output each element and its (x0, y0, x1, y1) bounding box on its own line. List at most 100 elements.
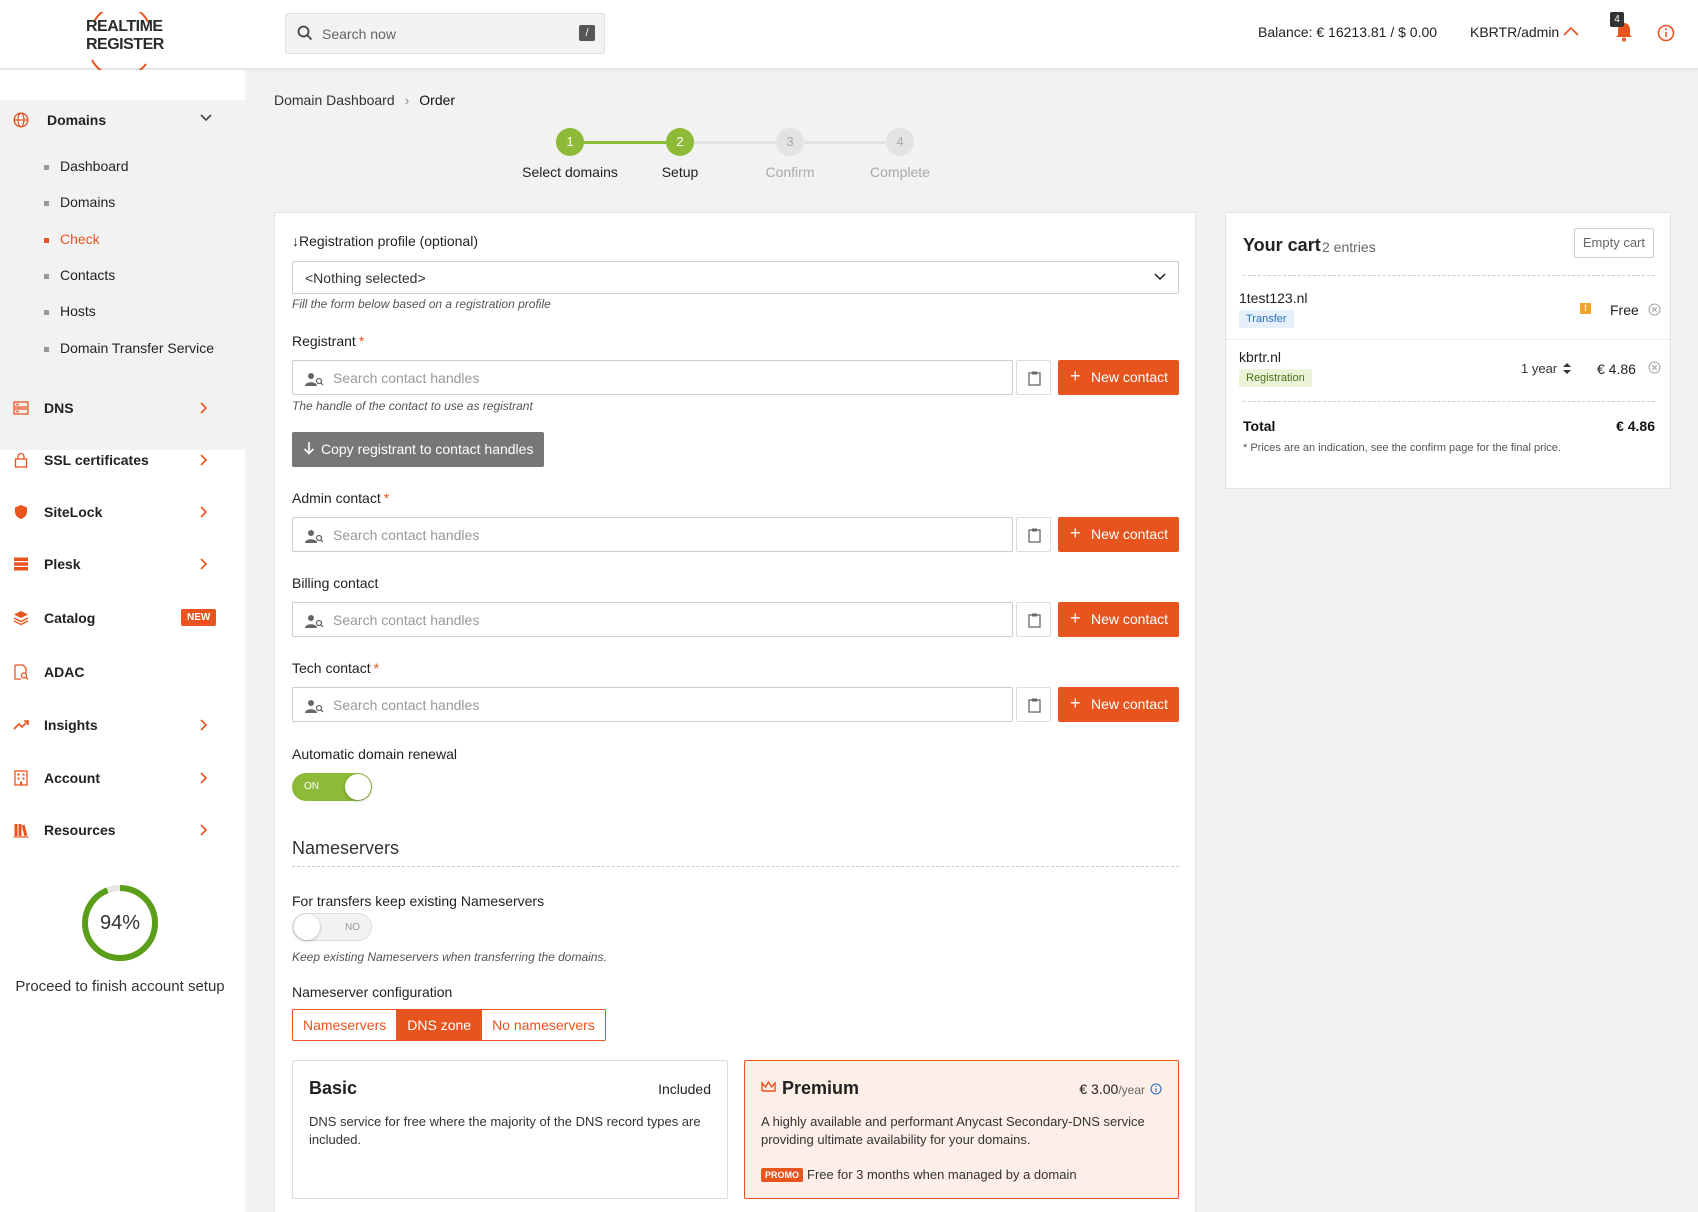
sidebar-item-plesk[interactable]: Plesk (0, 544, 245, 584)
logo[interactable]: REALTIME REGISTER (82, 12, 164, 72)
info-icon[interactable] (1150, 1083, 1162, 1095)
ns-option-dns-zone[interactable]: DNS zone (397, 1010, 483, 1040)
sidebar-item-ssl-certificates[interactable]: SSL certificates (0, 440, 245, 480)
tech-contact-input[interactable] (333, 688, 993, 721)
sidebar-item-label: Account (44, 770, 100, 786)
tech-contact-search-field[interactable] (292, 687, 1013, 722)
billing-clipboard-button[interactable] (1016, 602, 1051, 637)
tech-clipboard-button[interactable] (1016, 687, 1051, 722)
sidebar-item-dns[interactable]: DNS (0, 388, 245, 428)
user-search-icon (305, 700, 324, 713)
registration-profile-label-text: Registration profile (optional) (299, 233, 478, 249)
arrow-down-icon: ↓ (292, 233, 299, 249)
admin-contact-search-field[interactable] (292, 517, 1013, 552)
sidebar-item-account[interactable]: Account (0, 758, 245, 798)
shield-icon (15, 505, 27, 519)
breadcrumb: Domain Dashboard › Order (274, 92, 455, 108)
registrant-new-contact-button[interactable]: + New contact (1058, 360, 1179, 395)
chevron-up-icon[interactable] (1563, 26, 1579, 36)
cart-item-divider (1226, 339, 1670, 340)
remove-item-icon[interactable] (1648, 361, 1661, 374)
trend-icon (13, 720, 29, 730)
sidebar-sub-label: Contacts (60, 267, 116, 283)
user-search-icon (305, 530, 324, 543)
cart-total-value: € 4.86 (1616, 418, 1655, 434)
step-label: Setup (661, 164, 699, 180)
admin-clipboard-button[interactable] (1016, 517, 1051, 552)
sidebar-item-label: DNS (44, 400, 74, 416)
billing-new-contact-button[interactable]: + New contact (1058, 602, 1179, 637)
user-menu[interactable]: KBRTR/admin (1470, 24, 1559, 40)
step-label: Confirm (765, 164, 815, 180)
registrant-search-field[interactable] (292, 360, 1013, 395)
plus-icon: + (1070, 608, 1081, 628)
ns-option-no-nameservers[interactable]: No nameservers (482, 1010, 605, 1040)
arrow-down-icon (303, 442, 315, 455)
nameserver-config-label: Nameserver configuration (292, 984, 453, 1000)
toggle-state: ON (304, 781, 319, 792)
sidebar-sub-label: Dashboard (60, 158, 129, 174)
plan-description: DNS service for free where the majority … (309, 1114, 701, 1147)
tech-contact-label-text: Tech contact (292, 660, 371, 676)
plan-premium-card[interactable]: Premium € 3.00/year A highly available a… (744, 1060, 1179, 1199)
admin-new-contact-button[interactable]: + New contact (1058, 517, 1179, 552)
step-select-domains[interactable]: 1 Select domains (510, 128, 630, 180)
tech-new-contact-button[interactable]: + New contact (1058, 687, 1179, 722)
cart-item-name: 1test123.nl (1239, 290, 1308, 306)
warning-icon[interactable]: ! (1580, 303, 1591, 314)
keep-nameservers-toggle[interactable]: NO (292, 913, 372, 941)
ns-option-nameservers[interactable]: Nameservers (293, 1010, 398, 1040)
setup-progress-label[interactable]: Proceed to finish account setup (0, 978, 240, 995)
search-box[interactable]: / (285, 13, 605, 54)
document-search-icon (14, 664, 29, 680)
logo-line2: REGISTER (86, 36, 164, 53)
clipboard-icon (1028, 528, 1041, 543)
cart-count: 2 entries (1322, 239, 1376, 255)
chevron-right-icon (200, 506, 208, 518)
cart-item-type-badge: Transfer (1239, 310, 1294, 328)
registrant-input[interactable] (333, 361, 993, 394)
sidebar-item-sitelock[interactable]: SiteLock (0, 492, 245, 532)
cart-item-price: Free (1610, 302, 1639, 318)
user-search-icon (305, 373, 324, 386)
billing-contact-search-field[interactable] (292, 602, 1013, 637)
sidebar-item-label: Insights (44, 717, 98, 733)
chevron-down-icon (200, 114, 212, 122)
lock-icon (14, 452, 28, 468)
registration-profile-select[interactable]: <Nothing selected> (292, 261, 1179, 294)
info-icon[interactable] (1657, 24, 1675, 42)
registration-profile-hint: Fill the form below based on a registrat… (292, 297, 551, 311)
plan-description: A highly available and performant Anycas… (761, 1114, 1145, 1147)
new-contact-label: New contact (1091, 369, 1169, 385)
admin-contact-input[interactable] (333, 518, 993, 551)
sidebar-item-adac[interactable]: ADAC (0, 652, 245, 692)
breadcrumb-current: Order (419, 92, 456, 108)
plan-basic-card[interactable]: Basic Included DNS service for free wher… (292, 1060, 728, 1199)
sidebar-item-insights[interactable]: Insights (0, 705, 245, 745)
period-select[interactable]: 1 year (1521, 361, 1572, 376)
sidebar-item-domains[interactable]: Domains (0, 100, 245, 140)
registrant-clipboard-button[interactable] (1016, 360, 1051, 395)
toggle-knob (294, 914, 320, 940)
plan-title-text: Premium (782, 1078, 860, 1098)
setup-progress-percent: 94% (99, 912, 141, 934)
auto-renewal-toggle[interactable]: ON (292, 773, 372, 801)
logo-line1: REALTIME (86, 18, 163, 35)
copy-registrant-button[interactable]: Copy registrant to contact handles (292, 432, 544, 467)
search-input[interactable] (316, 14, 556, 53)
remove-item-icon[interactable] (1648, 303, 1661, 316)
registrant-label-text: Registrant (292, 333, 356, 349)
registration-profile-label[interactable]: ↓Registration profile (optional) (292, 233, 478, 249)
sidebar-sub-label: Check (60, 231, 100, 247)
sidebar-item-label: Resources (44, 822, 116, 838)
sidebar-item-catalog[interactable]: Catalog NEW (0, 598, 245, 638)
sidebar-item-resources[interactable]: Resources (0, 810, 245, 850)
sidebar-sub-label: Domain Transfer Service (60, 340, 215, 356)
empty-cart-button[interactable]: Empty cart (1573, 228, 1654, 258)
billing-contact-input[interactable] (333, 603, 993, 636)
bullet (44, 238, 49, 243)
breadcrumb-parent[interactable]: Domain Dashboard (274, 92, 395, 108)
cart-item-type-badge: Registration (1239, 369, 1312, 387)
plan-price: € 3.00/year (1079, 1081, 1162, 1097)
bullet (44, 310, 49, 315)
